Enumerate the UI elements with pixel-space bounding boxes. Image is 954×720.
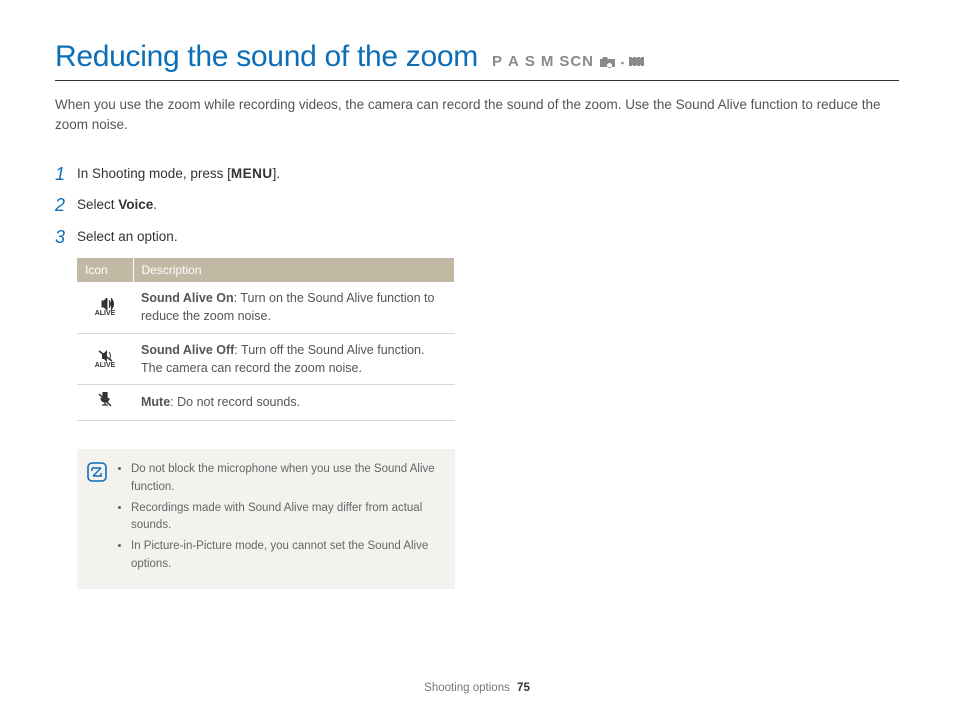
table-row: Mute: Do not record sounds. [77,384,455,420]
footer: Shooting options 75 [0,682,954,694]
header: Reducing the sound of the zoom P A S M S… [55,40,899,81]
step-bold: Voice [118,197,153,212]
cell-desc: Sound Alive Off: Turn off the Sound Aliv… [133,333,455,384]
page-title: Reducing the sound of the zoom [55,40,478,74]
step-after: ]. [273,166,281,181]
step-text: Select Voice. [77,195,157,215]
step-2: 2 Select Voice. [55,195,455,217]
cell-desc: Sound Alive On: Turn on the Sound Alive … [133,282,455,333]
table-header-icon: Icon [77,258,133,282]
page-number: 75 [517,682,530,694]
step-1: 1 In Shooting mode, press [MENU]. [55,164,455,186]
menu-label: MENU [231,166,273,181]
option-name: Sound Alive On [141,291,234,305]
mode-row: P A S M SCN [492,53,646,70]
camera-icon [599,55,616,68]
step-number: 3 [55,227,77,249]
note-item: In Picture-in-Picture mode, you cannot s… [131,538,443,574]
steps-column: 1 In Shooting mode, press [MENU]. 2 Sele… [55,164,455,589]
mode-scn: SCN [559,53,594,70]
step-number: 2 [55,195,77,217]
icon-label: ALIVE [95,362,116,369]
cell-icon [77,384,133,420]
step-text: In Shooting mode, press [MENU]. [77,164,280,184]
note-list: Do not block the microphone when you use… [117,461,443,577]
video-icon [629,55,646,68]
step-after: . [153,197,157,212]
note-icon [87,462,107,487]
step-3: 3 Select an option. [55,227,455,249]
footer-section: Shooting options [424,682,510,694]
icon-label: ALIVE [95,310,116,317]
mode-p: P [492,53,503,70]
step-before: In Shooting mode, press [ [77,166,231,181]
step-before: Select [77,197,118,212]
cell-icon: ALIVE [77,282,133,333]
mode-s: S [525,53,536,70]
mute-icon [98,392,112,408]
sound-alive-on-icon: ALIVE [95,298,116,317]
note-item: Recordings made with Sound Alive may dif… [131,500,443,536]
note-item: Do not block the microphone when you use… [131,461,443,497]
option-name: Mute [141,395,170,409]
step-number: 1 [55,164,77,186]
note-box: Do not block the microphone when you use… [77,449,455,589]
dot-separator-icon [621,55,624,68]
mode-m: M [541,53,555,70]
option-desc: : Do not record sounds. [170,395,300,409]
intro-text: When you use the zoom while recording vi… [55,95,899,136]
table-header-desc: Description [133,258,455,282]
cell-desc: Mute: Do not record sounds. [133,384,455,420]
option-table: Icon Description ALIVE Sound Alive On: T… [77,258,455,421]
step-text: Select an option. [77,227,178,247]
sound-alive-off-icon: ALIVE [95,350,116,369]
mode-a: A [508,53,520,70]
table-row: ALIVE Sound Alive Off: Turn off the Soun… [77,333,455,384]
cell-icon: ALIVE [77,333,133,384]
option-name: Sound Alive Off [141,343,234,357]
table-row: ALIVE Sound Alive On: Turn on the Sound … [77,282,455,333]
